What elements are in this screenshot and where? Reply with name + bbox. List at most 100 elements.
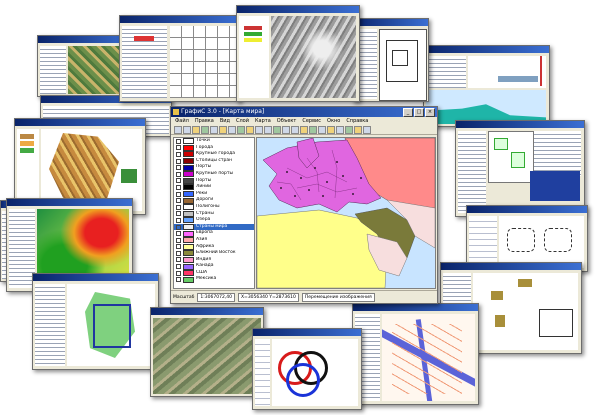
layer-label: Ближний Восток	[196, 250, 236, 256]
layer-tree-item[interactable]: Столицы стран	[174, 158, 254, 165]
maximize-button[interactable]: □	[414, 108, 424, 117]
layer-visibility-checkbox[interactable]	[176, 231, 181, 237]
table-icon[interactable]	[354, 126, 362, 134]
menu-edit[interactable]: Правка	[195, 117, 214, 126]
select-icon[interactable]	[273, 126, 281, 134]
line-icon[interactable]	[327, 126, 335, 134]
layer-label: Страны	[196, 210, 214, 216]
layer-visibility-checkbox[interactable]	[176, 171, 181, 177]
mode-field: Перемещение изображения	[301, 292, 375, 302]
layer-tree-item[interactable]: Реки	[174, 191, 254, 198]
layer-visibility-checkbox[interactable]	[176, 264, 181, 270]
legend-icon[interactable]	[363, 126, 371, 134]
minimize-button[interactable]: _	[403, 108, 413, 117]
paste-icon[interactable]	[228, 126, 236, 134]
layer-label: Индия	[196, 256, 212, 262]
layer-tree-item[interactable]: Канада	[174, 263, 254, 270]
menu-service[interactable]: Сервис	[302, 117, 321, 126]
zoom-out-icon[interactable]	[255, 126, 263, 134]
menu-help[interactable]: Справка	[346, 117, 368, 126]
cut-icon[interactable]	[210, 126, 218, 134]
menu-view[interactable]: Вид	[220, 117, 230, 126]
thumb-window-plan	[352, 18, 429, 102]
layer-visibility-checkbox[interactable]	[176, 151, 181, 157]
menu-layer[interactable]: Слой	[236, 117, 249, 126]
layer-visibility-checkbox[interactable]	[176, 138, 181, 144]
layer-visibility-checkbox[interactable]	[176, 145, 181, 151]
undo-icon[interactable]	[237, 126, 245, 134]
layer-tree-item[interactable]: Ближний Восток	[174, 250, 254, 257]
layer-icon[interactable]	[300, 126, 308, 134]
layer-tree-item[interactable]: Порты	[174, 164, 254, 171]
menu-map[interactable]: Карта	[255, 117, 271, 126]
layer-label: Европа	[196, 230, 213, 236]
layer-tree-item[interactable]: Линии	[174, 184, 254, 191]
menu-bar: Файл Правка Вид Слой Карта Объект Сервис…	[171, 117, 437, 126]
layer-tree-item[interactable]: Крупные порты	[174, 171, 254, 178]
layer-visibility-checkbox[interactable]	[176, 204, 181, 210]
zoom-in-icon[interactable]	[246, 126, 254, 134]
layer-visibility-checkbox[interactable]	[176, 165, 181, 171]
copy-icon[interactable]	[219, 126, 227, 134]
new-icon[interactable]	[174, 126, 182, 134]
save-icon[interactable]	[192, 126, 200, 134]
info-icon[interactable]	[282, 126, 290, 134]
close-button[interactable]: ×	[425, 108, 435, 117]
main-app-window[interactable]: ГрафиС 3.0 - [Карта мира] _ □ × Файл Пра…	[170, 106, 438, 304]
layer-visibility-checkbox[interactable]	[176, 244, 181, 250]
layer-label: Озёра	[196, 217, 211, 223]
layer-tree-item[interactable]: Порты	[174, 178, 254, 185]
scale-field[interactable]: 1:3067072,40	[197, 292, 235, 302]
menu-file[interactable]: Файл	[175, 117, 189, 126]
layer-tree-item[interactable]: Европа	[174, 230, 254, 237]
layer-visibility-checkbox[interactable]	[176, 224, 181, 230]
layer-visibility-checkbox[interactable]	[176, 191, 181, 197]
layer-visibility-checkbox[interactable]	[176, 277, 181, 283]
layer-tree-item[interactable]: Страны	[174, 211, 254, 218]
layer-visibility-checkbox[interactable]	[176, 250, 181, 256]
layer-label: Полигоны	[196, 203, 220, 209]
map-view[interactable]	[256, 137, 436, 289]
point-icon[interactable]	[318, 126, 326, 134]
layer-visibility-checkbox[interactable]	[176, 237, 181, 243]
print-icon[interactable]	[201, 126, 209, 134]
layer-label: Линии	[196, 184, 212, 190]
layer-tree-item[interactable]: Города	[174, 145, 254, 152]
text-icon[interactable]	[345, 126, 353, 134]
map-canvas[interactable]	[256, 137, 436, 289]
layer-visibility-checkbox[interactable]	[176, 270, 181, 276]
polygon-icon[interactable]	[336, 126, 344, 134]
layer-visibility-checkbox[interactable]	[176, 178, 181, 184]
layer-visibility-checkbox[interactable]	[176, 198, 181, 204]
layer-tree-item[interactable]: Мексика	[174, 276, 254, 283]
layer-visibility-checkbox[interactable]	[176, 217, 181, 223]
open-icon[interactable]	[183, 126, 191, 134]
layer-tree-item[interactable]: Дороги	[174, 197, 254, 204]
layer-tree-item[interactable]: Индия	[174, 257, 254, 264]
measure-icon[interactable]	[291, 126, 299, 134]
title-bar[interactable]: ГрафиС 3.0 - [Карта мира] _ □ ×	[171, 107, 437, 117]
layer-label: Канада	[196, 263, 214, 269]
refresh-icon[interactable]	[309, 126, 317, 134]
layer-tree-item[interactable]: США	[174, 270, 254, 277]
layer-label: Дороги	[196, 197, 214, 203]
layer-tree-item[interactable]: Страны мира	[174, 223, 254, 231]
layer-color-swatch	[183, 158, 194, 165]
layer-tree-item[interactable]: Африка	[174, 244, 254, 251]
layer-tree-item[interactable]: Крупные города	[174, 151, 254, 158]
layer-visibility-checkbox[interactable]	[176, 158, 181, 164]
layer-tree-item[interactable]: Азия	[174, 237, 254, 244]
layer-visibility-checkbox[interactable]	[176, 184, 181, 190]
layer-visibility-checkbox[interactable]	[176, 257, 181, 263]
pan-icon[interactable]	[264, 126, 272, 134]
layer-tree-item[interactable]: Точки	[174, 138, 254, 145]
layer-tree-item[interactable]: Озёра	[174, 217, 254, 224]
menu-window[interactable]: Окно	[327, 117, 340, 126]
thumb-window-relief	[236, 5, 360, 102]
layer-color-swatch	[183, 250, 194, 257]
layer-visibility-checkbox[interactable]	[176, 211, 181, 217]
layer-label: Порты	[196, 164, 212, 170]
layer-tree-item[interactable]: Полигоны	[174, 204, 254, 211]
menu-object[interactable]: Объект	[277, 117, 297, 126]
thumb-window-cityplan	[352, 303, 479, 405]
